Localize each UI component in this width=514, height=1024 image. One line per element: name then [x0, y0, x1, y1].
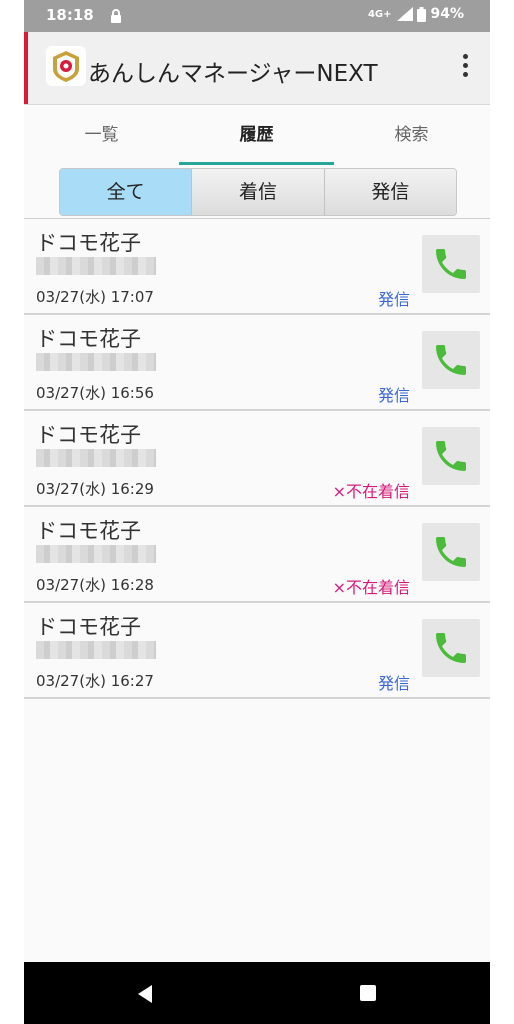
status-time: 18:18 [46, 6, 94, 24]
call-button[interactable] [422, 331, 480, 389]
app-bar: あんしんマネージャーNEXT [24, 32, 490, 105]
navigation-bar [24, 962, 490, 1024]
blurred-number [36, 641, 156, 659]
call-type: ×不在着信 [332, 578, 410, 597]
filter-all-button[interactable]: 全て [60, 169, 193, 215]
home-icon[interactable] [360, 985, 376, 1001]
phone-icon [436, 345, 466, 375]
contact-name: ドコモ花子 [36, 327, 141, 351]
phone-icon [436, 441, 466, 471]
app-bar-accent [24, 32, 28, 104]
back-icon[interactable] [136, 984, 154, 1004]
app-logo-icon [46, 46, 86, 86]
call-datetime: 03/27(水) 17:07 [36, 288, 154, 306]
status-bar: 18:18 4G+ 94% [24, 0, 490, 32]
list-item[interactable]: ドコモ花子 03/27(水) 16:27 発信 [24, 603, 490, 699]
blurred-number [36, 257, 156, 275]
call-button[interactable] [422, 235, 480, 293]
tab-list[interactable]: 一覧 [24, 105, 179, 167]
contact-name: ドコモ花子 [36, 519, 141, 543]
contact-name: ドコモ花子 [36, 615, 141, 639]
tab-history[interactable]: 履歴 [179, 105, 334, 167]
phone-screen: 18:18 4G+ 94% あんしんマネージャーNEXT 一覧 履歴 検索 全て… [24, 0, 490, 1024]
app-title: あんしんマネージャーNEXT [88, 61, 378, 87]
call-type: 発信 [377, 290, 410, 309]
battery-percent: 94% [430, 6, 464, 22]
call-datetime: 03/27(水) 16:56 [36, 384, 154, 402]
list-item[interactable]: ドコモ花子 03/27(水) 16:56 発信 [24, 315, 490, 411]
call-history-list: ドコモ花子 03/27(水) 17:07 発信 ドコモ花子 03/27(水) 1… [24, 219, 490, 699]
signal-icon [397, 7, 414, 21]
call-type: ×不在着信 [332, 482, 410, 501]
filter-segmented-control: 全て 着信 発信 [59, 168, 457, 216]
call-datetime: 03/27(水) 16:28 [36, 576, 154, 594]
call-type: 発信 [377, 386, 410, 405]
phone-icon [436, 249, 466, 279]
blurred-number [36, 545, 156, 563]
list-item[interactable]: ドコモ花子 03/27(水) 16:28 ×不在着信 [24, 507, 490, 603]
more-vert-icon[interactable] [460, 54, 470, 82]
call-datetime: 03/27(水) 16:27 [36, 672, 154, 690]
tab-label: 履歴 [239, 125, 274, 145]
blurred-number [36, 353, 156, 371]
status-right: 4G+ 94% [368, 6, 464, 22]
call-button[interactable] [422, 427, 480, 485]
tab-label: 検索 [394, 125, 429, 145]
blurred-number [36, 449, 156, 467]
filter-incoming-button[interactable]: 着信 [192, 169, 325, 215]
filter-outgoing-button[interactable]: 発信 [324, 169, 456, 215]
call-button[interactable] [422, 619, 480, 677]
tab-indicator [179, 162, 334, 165]
lock-icon [110, 8, 122, 27]
tab-label: 一覧 [84, 125, 119, 145]
phone-icon [436, 633, 466, 663]
phone-icon [436, 537, 466, 567]
call-button[interactable] [422, 523, 480, 581]
contact-name: ドコモ花子 [36, 231, 141, 255]
list-item[interactable]: ドコモ花子 03/27(水) 16:29 ×不在着信 [24, 411, 490, 507]
tab-search[interactable]: 検索 [334, 105, 489, 167]
call-datetime: 03/27(水) 16:29 [36, 480, 154, 498]
list-item[interactable]: ドコモ花子 03/27(水) 17:07 発信 [24, 219, 490, 315]
network-label: 4G+ [367, 8, 392, 20]
battery-icon [417, 6, 427, 22]
contact-name: ドコモ花子 [36, 423, 141, 447]
tab-bar: 一覧 履歴 検索 [24, 105, 490, 167]
call-type: 発信 [377, 674, 410, 693]
